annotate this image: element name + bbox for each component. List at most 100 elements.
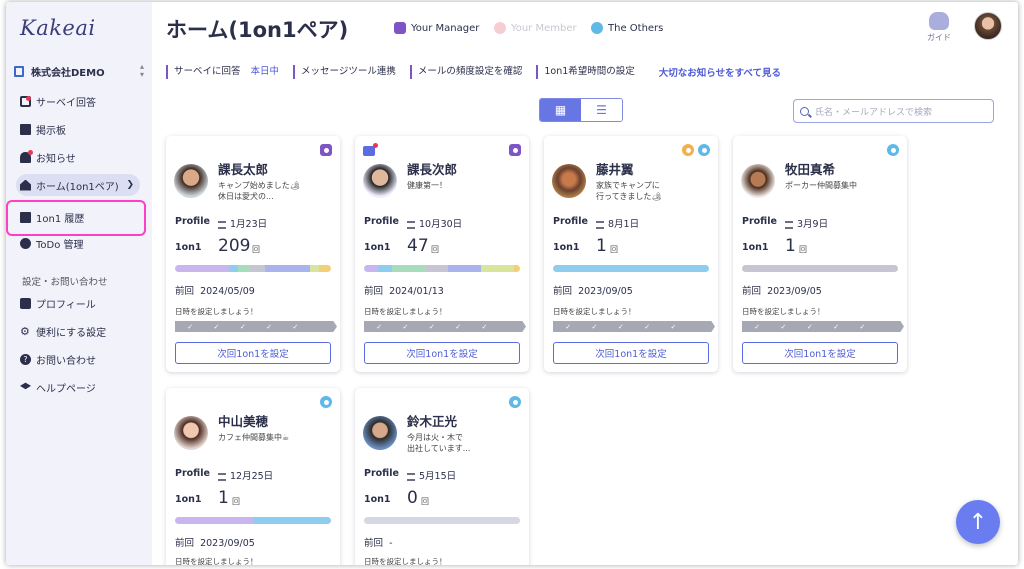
cake-icon — [218, 220, 226, 229]
scroll-to-top-button[interactable]: ↑ — [956, 500, 1000, 544]
hope-time-link[interactable]: 1on1希望時間の設定 — [536, 65, 635, 79]
pair-card[interactable]: 課長太郎 キャンプ始めました🏕 休日は愛犬の... Profile 1月23日 1… — [166, 136, 340, 372]
birthday-value: 5月15日 — [419, 471, 457, 482]
pair-card[interactable]: 中山美穂 カフェ仲間募集中☕ Profile 12月25日 1on1 1 回 前… — [166, 388, 340, 565]
legend-label: Your Manager — [411, 22, 480, 34]
sidebar-item-profile[interactable]: プロフィール — [16, 292, 140, 314]
one-on-one-label: 1on1 — [364, 494, 391, 505]
history-bar — [553, 265, 709, 272]
app-logo[interactable]: Kakeai — [20, 16, 96, 40]
history-bar — [742, 265, 898, 272]
sidebar-item-history[interactable]: 1on1 履歴 — [16, 206, 140, 228]
sidebar-item-label: ヘルプページ — [36, 383, 96, 395]
previous-date: 前回 2023/09/05 — [553, 283, 633, 297]
legend-label: Your Member — [511, 22, 577, 34]
one-on-one-label: 1on1 — [175, 242, 202, 253]
cake-icon — [218, 472, 226, 481]
birthday: 12月25日 — [218, 468, 273, 482]
status-message: 家族でキャンプに 行ってきました🏕 — [596, 180, 711, 202]
info-bar: サーベイに回答 本日中 メッセージツール連携 メールの頻度設定を確認 1on1希望… — [166, 64, 781, 80]
message-tool-link[interactable]: メッセージツール連携 — [293, 65, 396, 79]
sidebar-item-label: お知らせ — [36, 153, 76, 165]
grid-view-button[interactable]: ▦ — [540, 99, 581, 121]
history-bar — [364, 265, 520, 272]
award-badge-icon — [682, 144, 694, 156]
avatar — [741, 164, 775, 198]
set-next-1on1-button[interactable]: 次回1on1を設定 — [553, 342, 709, 364]
building-icon — [14, 65, 24, 77]
birthday-value: 1月23日 — [230, 219, 268, 230]
status-message: 今月は火・木で 出社しています... — [407, 432, 522, 454]
status-line: カフェ仲間募集中☕ — [218, 433, 290, 442]
sidebar-item-label: サーベイ回答 — [36, 97, 96, 109]
prev-value: 2024/05/09 — [200, 286, 255, 297]
see-all-notices-link[interactable]: 大切なお知らせをすべて見る — [659, 65, 781, 79]
legend-member: Your Member — [494, 22, 577, 34]
profile-icon — [20, 297, 31, 309]
set-next-1on1-button[interactable]: 次回1on1を設定 — [175, 342, 331, 364]
progress-steps: ✓ ✓ ✓ ✓ ✓ — [742, 321, 904, 332]
count-unit: 回 — [799, 245, 807, 254]
avatar — [552, 164, 586, 198]
sidebar-item-notice[interactable]: お知らせ — [16, 146, 140, 168]
birthday: 3月9日 — [785, 216, 828, 230]
member-name: 課長太郎 — [218, 162, 269, 177]
one-on-one-count: 0 — [407, 488, 418, 508]
set-next-1on1-button[interactable]: 次回1on1を設定 — [742, 342, 898, 364]
mail-frequency-link[interactable]: メールの頻度設定を確認 — [409, 65, 522, 79]
guide-button[interactable]: ガイド — [924, 12, 954, 43]
count-unit: 回 — [421, 497, 429, 506]
pair-card[interactable]: 鈴木正光 今月は火・木で 出社しています... Profile 5月15日 1on… — [355, 388, 529, 565]
status-message: キャンプ始めました🏕 休日は愛犬の... — [218, 180, 333, 202]
previous-date: 前回 2024/05/09 — [175, 283, 255, 297]
member-icon — [494, 22, 506, 34]
search-placeholder: 氏名・メールアドレスで検索 — [815, 107, 933, 118]
arrow-up-icon: ↑ — [968, 509, 988, 535]
one-on-one-label: 1on1 — [175, 494, 202, 505]
set-next-1on1-button[interactable]: 次回1on1を設定 — [364, 342, 520, 364]
others-icon — [591, 22, 603, 34]
chat-icon[interactable] — [363, 143, 378, 156]
sidebar-item-todo[interactable]: ToDo 管理 — [16, 232, 140, 254]
list-icon: ☰ — [596, 103, 607, 117]
status-line: 出社しています... — [407, 444, 471, 453]
sidebar-item-label: プロフィール — [36, 299, 96, 311]
schedule-hint: 日時を設定しましょう！ — [364, 307, 447, 316]
previous-date: 前回 2023/09/05 — [175, 535, 255, 549]
status-line: 家族でキャンプに — [596, 181, 660, 190]
count-unit: 回 — [232, 497, 240, 506]
sidebar-item-settings[interactable]: ⚙ 便利にする設定 — [16, 320, 140, 342]
sidebar-item-help[interactable]: ヘルプページ — [16, 376, 140, 398]
user-avatar[interactable] — [974, 12, 1002, 40]
birthday-value: 12月25日 — [230, 471, 274, 482]
sidebar-item-home[interactable]: ホーム(1on1ペア) ❯ — [16, 174, 140, 196]
profile-label: Profile — [364, 216, 399, 227]
search-input[interactable]: 氏名・メールアドレスで検索 — [793, 99, 994, 123]
prev-value: 2023/09/05 — [767, 286, 822, 297]
member-name: 課長次郎 — [407, 162, 458, 177]
bell-icon — [20, 149, 33, 163]
history-icon — [20, 211, 31, 223]
sidebar-item-survey[interactable]: サーベイ回答 — [16, 90, 140, 112]
status-line: ポーカー仲間募集中 — [785, 181, 857, 190]
member-name: 牧田真希 — [785, 162, 836, 177]
prev-value: 2023/09/05 — [578, 286, 633, 297]
cake-icon — [407, 220, 415, 229]
history-bar — [175, 517, 331, 524]
history-bar — [175, 265, 331, 272]
list-view-button[interactable]: ☰ — [581, 99, 622, 121]
survey-link[interactable]: サーベイに回答 本日中 — [166, 65, 279, 79]
one-on-one-label: 1on1 — [553, 242, 580, 253]
pair-card[interactable]: 牧田真希 ポーカー仲間募集中 Profile 3月9日 1on1 1 回 前回 … — [733, 136, 907, 372]
birthday-value: 3月9日 — [797, 219, 829, 230]
company-selector[interactable]: 株式会社DEMO ▴ ▾ — [14, 62, 144, 80]
sidebar-item-label: 1on1 履歴 — [36, 213, 85, 225]
sidebar-item-contact[interactable]: ? お問い合わせ — [16, 348, 140, 370]
pair-card[interactable]: 課長次郎 健康第一！ Profile 10月30日 1on1 47 回 前回 2… — [355, 136, 529, 372]
sidebar-item-board[interactable]: 掲示板 — [16, 118, 140, 140]
pair-card[interactable]: 藤井翼 家族でキャンプに 行ってきました🏕 Profile 8月1日 1on1 1… — [544, 136, 718, 372]
chevron-updown-icon: ▴ ▾ — [139, 62, 144, 79]
manager-badge-icon — [320, 144, 332, 156]
sidebar-item-label: ホーム(1on1ペア) — [36, 181, 119, 193]
profile-label: Profile — [175, 468, 210, 479]
